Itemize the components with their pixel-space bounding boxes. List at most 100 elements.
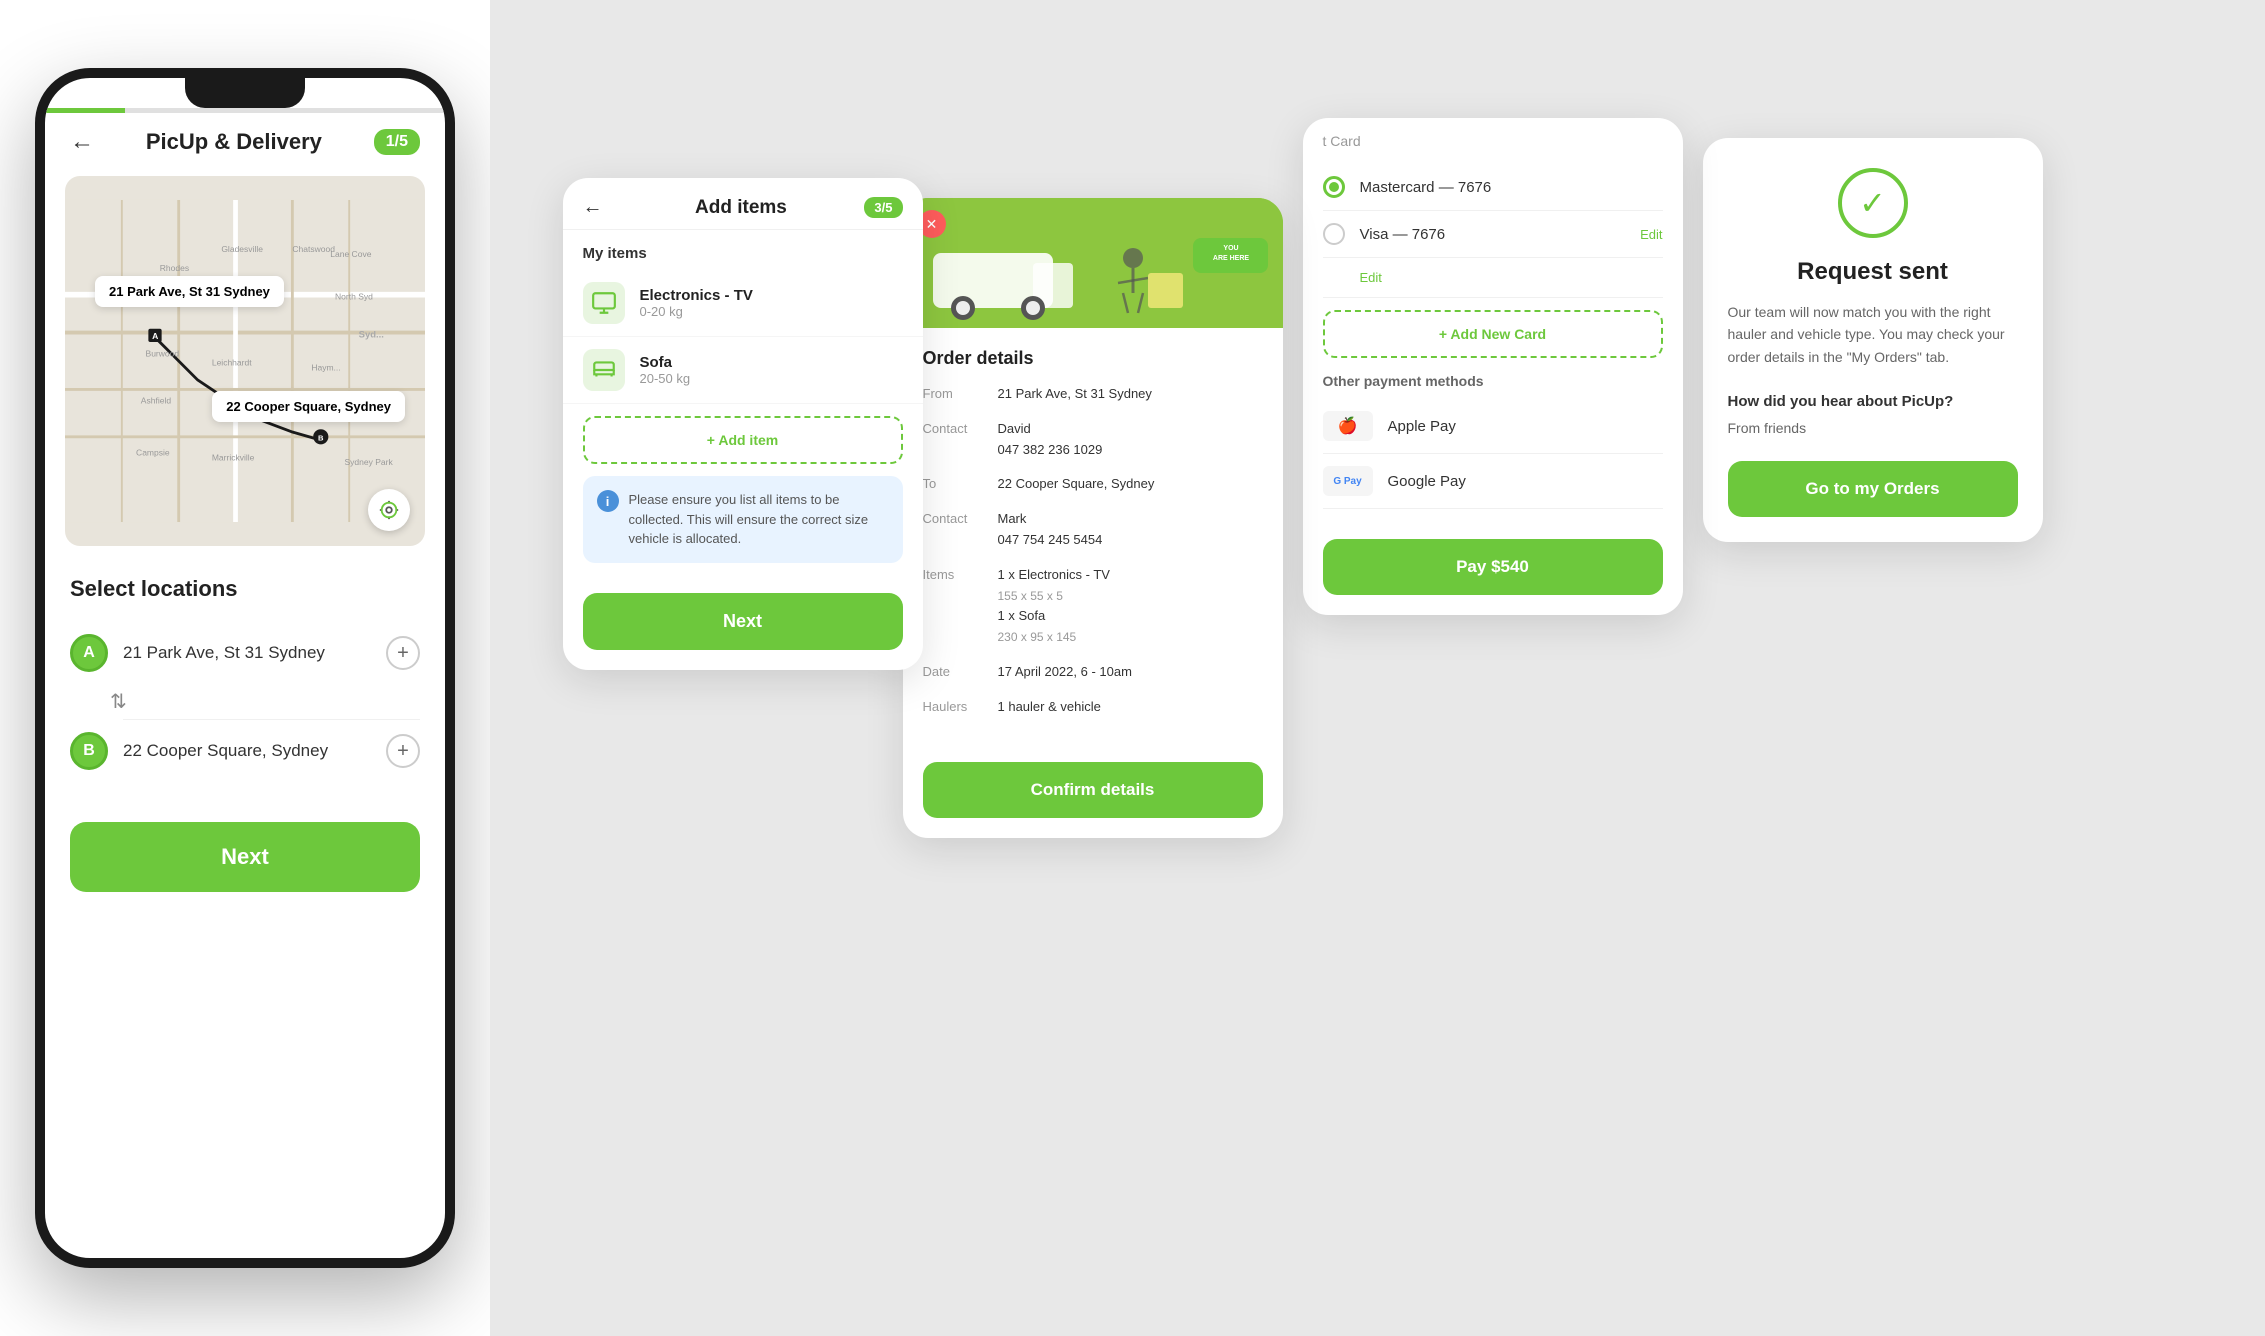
order-to-value: 22 Cooper Square, Sydney (998, 474, 1263, 495)
location-b-text: 22 Cooper Square, Sydney (123, 741, 371, 761)
order-items-value: 1 x Electronics - TV 155 x 55 x 5 1 x So… (998, 565, 1263, 648)
visa-option[interactable]: Visa — 7676 Edit (1323, 211, 1663, 258)
apple-pay-label: Apple Pay (1388, 418, 1663, 435)
visa-radio (1323, 223, 1345, 245)
svg-text:Rhodes: Rhodes (160, 263, 189, 273)
svg-text:Syd...: Syd... (359, 329, 384, 340)
order-contact-from-value: David 047 382 236 1029 (998, 419, 1263, 461)
select-locations-title: Select locations (70, 576, 420, 602)
info-text: Please ensure you list all items to be c… (629, 490, 889, 549)
add-item-button[interactable]: + Add item (583, 416, 903, 464)
order-haulers-value: 1 hauler & vehicle (998, 697, 1263, 718)
payment-card-label: t Card (1323, 133, 1663, 149)
order-contact-to-row: Contact Mark 047 754 245 5454 (923, 509, 1263, 551)
order-from-value: 21 Park Ave, St 31 Sydney (998, 384, 1263, 405)
item-row-sofa: Sofa 20-50 kg (563, 337, 923, 404)
order-contact-from-label: Contact (923, 419, 988, 461)
item-row-tv: Electronics - TV 0-20 kg (563, 270, 923, 337)
card-order-details: ✕ (903, 198, 1283, 838)
add-location-a-button[interactable]: + (386, 636, 420, 670)
card-add-items-back-icon[interactable]: ← (583, 196, 603, 219)
gps-button[interactable] (368, 489, 410, 531)
svg-text:Lane Cove: Lane Cove (330, 249, 371, 259)
order-from-row: From 21 Park Ave, St 31 Sydney (923, 384, 1263, 405)
map-area: Sydney Olympic Park Rhodes Gladesville C… (65, 176, 425, 546)
svg-text:Sydney Park: Sydney Park (344, 457, 393, 467)
edit-link-2[interactable]: Edit (1360, 270, 1382, 285)
pay-button[interactable]: Pay $540 (1323, 539, 1663, 595)
phone-header: ← PicUp & Delivery 1/5 (45, 113, 445, 166)
order-contact-from-row: Contact David 047 382 236 1029 (923, 419, 1263, 461)
order-to-label: To (923, 474, 988, 495)
item-tv-info: Electronics - TV 0-20 kg (640, 287, 903, 319)
order-haulers-label: Haulers (923, 697, 988, 718)
google-pay-label: Google Pay (1388, 473, 1663, 490)
item-sofa-icon (583, 349, 625, 391)
scene: ← PicUp & Delivery 1/5 (0, 0, 2265, 1336)
map-svg: Sydney Olympic Park Rhodes Gladesville C… (65, 176, 425, 546)
svg-text:Gladesville: Gladesville (221, 244, 263, 254)
order-items-row: Items 1 x Electronics - TV 155 x 55 x 5 … (923, 565, 1263, 648)
success-check-icon: ✓ (1838, 168, 1908, 238)
mastercard-radio (1323, 176, 1345, 198)
phone-mockup: ← PicUp & Delivery 1/5 (35, 68, 455, 1268)
location-badge-a: A (70, 634, 108, 672)
google-pay-option[interactable]: G Pay Google Pay (1323, 454, 1663, 509)
swap-icon[interactable]: ⇅ (70, 684, 412, 719)
order-section-title: Order details (923, 348, 1263, 369)
add-location-b-button[interactable]: + (386, 734, 420, 768)
apple-pay-icon: 🍎 (1323, 411, 1373, 441)
add-card-button[interactable]: + Add New Card (1323, 310, 1663, 358)
visa-edit-row: Edit (1323, 258, 1663, 298)
info-icon: i (597, 490, 619, 512)
svg-text:North Syd: North Syd (335, 291, 373, 301)
request-sent-title: Request sent (1728, 258, 2018, 286)
visa-label: Visa — 7676 (1360, 226, 1626, 243)
item-tv-weight: 0-20 kg (640, 304, 903, 319)
item-tv-name: Electronics - TV (640, 287, 903, 304)
order-hero: ✕ (903, 198, 1283, 328)
mastercard-label: Mastercard — 7676 (1360, 179, 1663, 196)
payment-section: t Card Mastercard — 7676 Visa — 7676 Edi… (1303, 118, 1683, 524)
google-pay-icon: G Pay (1323, 466, 1373, 496)
app-title: PicUp & Delivery (146, 129, 322, 155)
edit-link-1[interactable]: Edit (1640, 227, 1662, 242)
svg-text:Marrickville: Marrickville (212, 452, 255, 462)
other-payment-title: Other payment methods (1323, 373, 1663, 389)
map-from-tooltip: 21 Park Ave, St 31 Sydney (95, 276, 284, 307)
mastercard-option[interactable]: Mastercard — 7676 (1323, 164, 1663, 211)
item-tv-icon (583, 282, 625, 324)
svg-text:ARE HERE: ARE HERE (1212, 255, 1249, 262)
svg-text:Campsie: Campsie (136, 448, 170, 458)
order-details-section: Order details From 21 Park Ave, St 31 Sy… (903, 328, 1283, 752)
right-panel: ← Add items 3/5 My items (490, 0, 2265, 1336)
step-badge: 1/5 (374, 129, 420, 155)
order-haulers-row: Haulers 1 hauler & vehicle (923, 697, 1263, 718)
svg-text:Haym...: Haym... (311, 362, 340, 372)
hear-about-label: How did you hear about PicUp? (1728, 393, 2018, 410)
next-button[interactable]: Next (70, 822, 420, 892)
item-sofa-info: Sofa 20-50 kg (640, 354, 903, 386)
order-contact-to-value: Mark 047 754 245 5454 (998, 509, 1263, 551)
order-date-row: Date 17 April 2022, 6 - 10am (923, 662, 1263, 683)
card-add-items-title: Add items (618, 197, 865, 219)
svg-text:A: A (152, 331, 158, 341)
request-sent-desc: Our team will now match you with the rig… (1728, 301, 2018, 368)
confirm-details-button[interactable]: Confirm details (923, 762, 1263, 818)
location-a-text: 21 Park Ave, St 31 Sydney (123, 643, 371, 663)
my-items-label: My items (563, 230, 923, 270)
apple-pay-option[interactable]: 🍎 Apple Pay (1323, 399, 1663, 454)
order-items-label: Items (923, 565, 988, 648)
item-sofa-name: Sofa (640, 354, 903, 371)
back-arrow-icon[interactable]: ← (70, 128, 94, 156)
order-contact-to-label: Contact (923, 509, 988, 551)
go-orders-button[interactable]: Go to my Orders (1728, 461, 2018, 517)
card-payment: t Card Mastercard — 7676 Visa — 7676 Edi… (1303, 118, 1683, 615)
map-to-tooltip: 22 Cooper Square, Sydney (212, 391, 405, 422)
svg-text:Chatswood: Chatswood (292, 244, 335, 254)
svg-text:YOU: YOU (1223, 245, 1238, 252)
card-add-items-next-button[interactable]: Next (583, 593, 903, 650)
phone-notch (185, 78, 305, 108)
item-sofa-weight: 20-50 kg (640, 371, 903, 386)
left-panel: ← PicUp & Delivery 1/5 (0, 0, 490, 1336)
